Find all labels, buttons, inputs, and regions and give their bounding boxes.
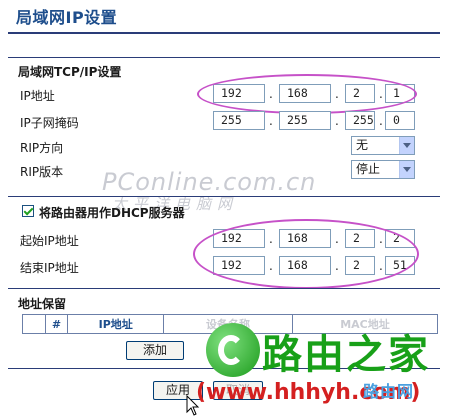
rip-direction-value: 无 [356, 138, 369, 152]
dhcp-checkbox-label: 将路由器用作DHCP服务器 [39, 206, 185, 220]
brand-logo-text: 路由之家 [262, 332, 430, 378]
brand-logo-icon [206, 323, 260, 377]
page-title: 局域网IP设置 [16, 8, 118, 27]
mask-octet-1[interactable]: 255 [213, 111, 265, 130]
lan-section-heading: 局域网TCP/IP设置 [18, 65, 122, 79]
brand-small-text: 路由网 [363, 382, 415, 401]
col-select [22, 314, 46, 334]
dot: . [379, 114, 383, 128]
ip-address-label: IP地址 [20, 89, 55, 103]
dhcp-checkbox[interactable] [22, 205, 34, 217]
col-ip: IP地址 [67, 314, 164, 334]
rip-direction-select[interactable]: 无 [351, 136, 415, 155]
rip-version-label: RIP版本 [20, 165, 64, 179]
chevron-down-icon[interactable] [399, 161, 414, 178]
section-divider [8, 57, 440, 58]
rip-version-select[interactable]: 停止 [351, 160, 415, 179]
start-ip-label: 起始IP地址 [20, 234, 79, 248]
subnet-mask-label: IP子网掩码 [20, 116, 79, 130]
title-divider [8, 32, 440, 34]
col-index: # [44, 314, 69, 334]
mask-octet-3[interactable]: 255 [345, 111, 375, 130]
pconline-watermark: PConline.com.cn [102, 168, 317, 196]
chevron-down-icon[interactable] [399, 137, 414, 154]
end-ip-label: 结束IP地址 [20, 261, 79, 275]
highlight-ellipse [193, 219, 419, 289]
dot: . [335, 114, 339, 128]
section-divider [8, 288, 440, 289]
reservation-heading: 地址保留 [18, 297, 67, 311]
rip-version-value: 停止 [356, 162, 381, 176]
rip-direction-label: RIP方向 [20, 141, 64, 155]
section-divider [8, 196, 440, 197]
mask-octet-2[interactable]: 255 [279, 111, 331, 130]
add-button[interactable]: 添加 [126, 341, 184, 360]
mask-octet-4[interactable]: 0 [385, 111, 415, 130]
dot: . [269, 114, 273, 128]
mouse-cursor-icon [186, 395, 200, 416]
highlight-ellipse [197, 74, 417, 114]
